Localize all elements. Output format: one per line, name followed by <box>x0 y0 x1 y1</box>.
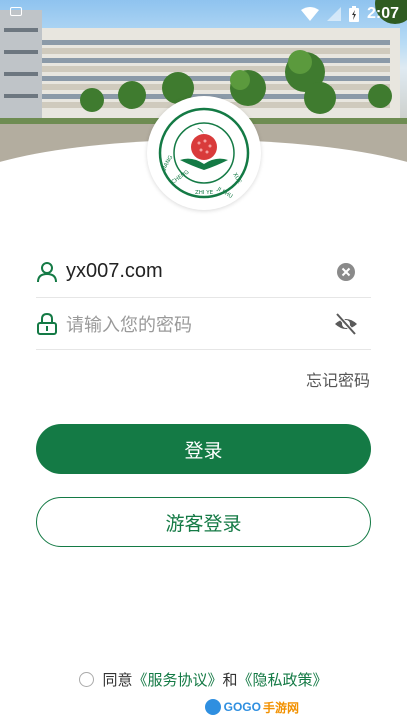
signal-icon <box>326 7 341 21</box>
forgot-password-link[interactable]: 忘记密码 <box>306 367 370 391</box>
watermark-logo-icon <box>204 699 221 715</box>
status-bar: 2:07 <box>0 0 407 28</box>
agreement-row: 同意 《服务协议》 和 《隐私政策》 <box>0 668 407 690</box>
password-field[interactable]: 请输入您的密码 <box>36 298 371 350</box>
status-time: 2:07 <box>366 5 399 22</box>
svg-text:ZHI YE: ZHI YE <box>195 190 214 196</box>
guest-login-button[interactable]: 游客登录 <box>36 497 371 547</box>
privacy-policy-link[interactable]: 《隐私政策》 <box>238 669 328 690</box>
site-watermark: GOGO 手游网 <box>204 696 299 718</box>
agreement-prefix: 同意 <box>102 670 133 689</box>
user-icon <box>36 261 58 283</box>
battery-icon <box>348 6 359 22</box>
school-logo: JIANG CHENG ZHI YE JI SHU XUE <box>147 96 261 210</box>
clear-input-icon[interactable] <box>333 259 359 285</box>
password-input[interactable]: 请输入您的密码 <box>66 311 333 337</box>
service-agreement-link[interactable]: 《服务协议》 <box>132 669 222 690</box>
lock-icon <box>36 312 58 335</box>
wifi-icon <box>300 7 319 21</box>
watermark-text-cn: 手游网 <box>262 700 299 715</box>
notification-icon <box>10 7 22 16</box>
toggle-password-visibility-icon[interactable] <box>333 311 359 337</box>
watermark-text: GOGO <box>223 700 261 714</box>
agree-radio[interactable] <box>79 671 95 687</box>
agreement-connector: 和 <box>222 670 238 689</box>
username-field[interactable]: yx007.com <box>36 246 371 298</box>
username-input[interactable]: yx007.com <box>66 260 333 283</box>
school-emblem: JIANG CHENG ZHI YE JI SHU XUE <box>158 107 250 200</box>
login-button[interactable]: 登录 <box>36 424 371 474</box>
